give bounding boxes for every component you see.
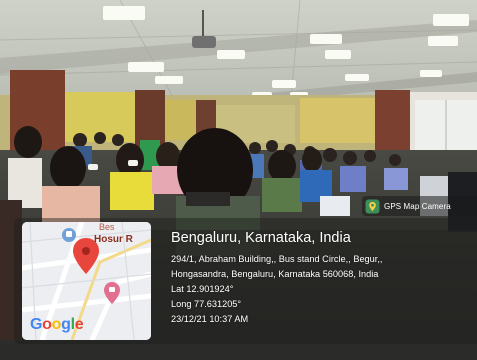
google-logo-letter: G: [30, 316, 43, 333]
location-title: Bengaluru, Karnataka, India: [171, 230, 351, 246]
latitude: Lat 12.901924°: [171, 284, 234, 294]
gps-map-camera-badge: GPS Map Camera: [362, 196, 477, 216]
google-logo-letter: o: [42, 316, 52, 333]
address-line-2: Hongasandra, Bengaluru, Karnataka 560068…: [171, 269, 379, 279]
gps-map-camera-icon: [365, 199, 380, 213]
google-logo-letter: o: [51, 316, 62, 333]
map-place-label-faint: Bes: [99, 222, 115, 232]
google-logo-letter: g: [61, 316, 71, 333]
google-logo-letter: e: [74, 316, 84, 333]
map-place-label: Hosur R: [94, 234, 133, 245]
gps-map-camera-label: GPS Map Camera: [384, 201, 451, 211]
map-thumbnail: Bes Hosur R Google: [22, 222, 151, 340]
location-info: Bengaluru, Karnataka, India 294/1, Abrah…: [171, 230, 471, 327]
address-line-1: 294/1, Abraham Building,, Bus stand Circ…: [171, 254, 383, 264]
longitude: Long 77.631205°: [171, 299, 242, 309]
date-time: 23/12/21 10:37 AM: [171, 314, 249, 324]
transit-icon: [62, 228, 76, 242]
google-logo: Google: [30, 316, 84, 334]
